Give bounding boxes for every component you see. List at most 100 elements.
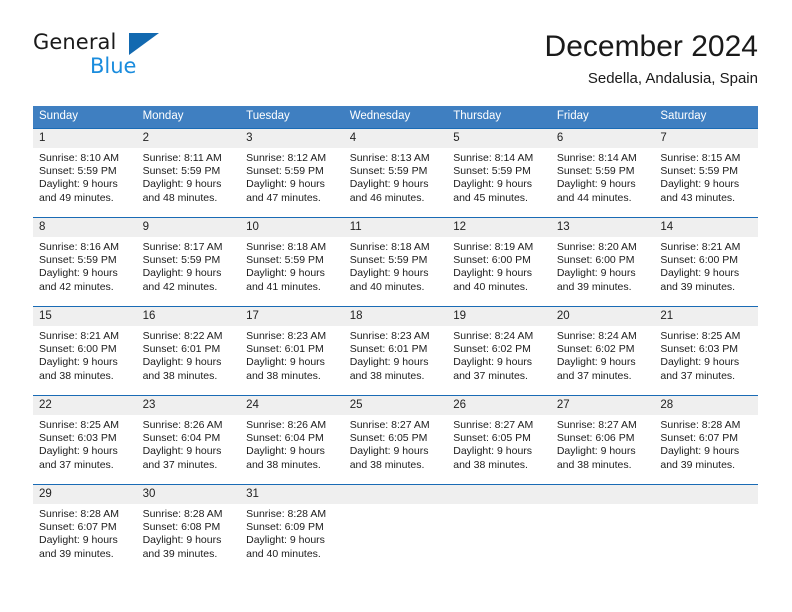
day-number: 19 (447, 307, 551, 326)
day-details: Sunrise: 8:25 AM Sunset: 6:03 PM Daylight:… (33, 415, 137, 472)
calendar-day[interactable]: 22 Sunrise: 8:25 AM Sunset: 6:03 PM Dayligh… (33, 395, 137, 484)
daylight-text-line1: Daylight: 9 hours (246, 267, 325, 280)
calendar-cell: 22 Sunrise: 8:25 AM Sunset: 6:03 PM Dayligh… (33, 395, 137, 484)
brand-name-general: General (33, 30, 117, 54)
calendar-day[interactable]: 26 Sunrise: 8:27 AM Sunset: 6:05 PM Dayligh… (447, 395, 551, 484)
sunset-text: Sunset: 5:59 PM (660, 165, 739, 178)
calendar-day[interactable]: 27 Sunrise: 8:27 AM Sunset: 6:06 PM Dayligh… (550, 395, 655, 484)
calendar-day[interactable]: 11 Sunrise: 8:18 AM Sunset: 5:59 PM Dayligh… (343, 217, 448, 306)
calendar-day-empty (654, 484, 758, 573)
calendar-day[interactable]: 24 Sunrise: 8:26 AM Sunset: 6:04 PM Dayligh… (240, 395, 344, 484)
calendar-page: General Blue December 2024 Sedella, Anda… (0, 0, 792, 612)
calendar-day[interactable]: 18 Sunrise: 8:23 AM Sunset: 6:01 PM Dayligh… (343, 306, 448, 395)
calendar-day[interactable]: 5 Sunrise: 8:14 AM Sunset: 5:59 PM Daylight… (447, 128, 551, 217)
calendar-day[interactable]: 12 Sunrise: 8:19 AM Sunset: 6:00 PM Dayligh… (447, 217, 551, 306)
sunset-text: Sunset: 6:00 PM (556, 254, 635, 267)
calendar-day[interactable]: 25 Sunrise: 8:27 AM Sunset: 6:05 PM Dayligh… (343, 395, 448, 484)
day-details: Sunrise: 8:10 AM Sunset: 5:59 PM Daylight:… (33, 148, 137, 205)
sunset-text: Sunset: 5:59 PM (246, 165, 324, 178)
day-details: Sunrise: 8:13 AM Sunset: 5:59 PM Daylight:… (344, 148, 448, 205)
day-number: 15 (33, 307, 137, 326)
calendar-day[interactable]: 8 Sunrise: 8:16 AM Sunset: 5:59 PM Daylight… (33, 217, 137, 306)
calendar-day[interactable]: 6 Sunrise: 8:14 AM Sunset: 5:59 PM Daylight… (550, 128, 655, 217)
day-number: 18 (343, 307, 448, 326)
title-block: December 2024 Sedella, Andalusia, Spain (545, 28, 758, 90)
calendar-day[interactable]: 2 Sunrise: 8:11 AM Sunset: 5:59 PM Daylight… (136, 128, 241, 217)
day-details: Sunrise: 8:25 AM Sunset: 6:03 PM Daylight:… (654, 326, 758, 383)
calendar-day[interactable]: 19 Sunrise: 8:24 AM Sunset: 6:02 PM Dayligh… (447, 306, 551, 395)
daylight-text-line1: Daylight: 9 hours (246, 356, 325, 369)
day-details: Sunrise: 8:23 AM Sunset: 6:01 PM Daylight:… (344, 326, 448, 383)
daylight-text-line1: Daylight: 9 hours (142, 534, 222, 547)
daylight-text-line1: Daylight: 9 hours (556, 178, 636, 191)
calendar-week-row: 8 Sunrise: 8:16 AM Sunset: 5:59 PM Daylight… (33, 217, 758, 306)
weekday-header-friday: Friday (550, 106, 655, 128)
daylight-text-line1: Daylight: 9 hours (556, 445, 636, 458)
calendar-day[interactable]: 21 Sunrise: 8:25 AM Sunset: 6:03 PM Dayligh… (654, 306, 758, 395)
calendar-grid: Sunday Monday Tuesday Wednesday Thursday… (33, 106, 758, 573)
sunset-text: Sunset: 6:04 PM (142, 432, 221, 445)
calendar-cell: 23 Sunrise: 8:26 AM Sunset: 6:04 PM Dayligh… (136, 395, 241, 484)
daylight-text-line1: Daylight: 9 hours (349, 445, 429, 458)
sunrise-text: Sunrise: 8:18 AM (246, 241, 327, 253)
calendar-cell: 28 Sunrise: 8:28 AM Sunset: 6:07 PM Dayligh… (654, 395, 758, 484)
daylight-text-line2: and 37 minutes. (142, 458, 218, 471)
calendar-cell: 14 Sunrise: 8:21 AM Sunset: 6:00 PM Dayligh… (654, 217, 758, 306)
calendar-day[interactable]: 31 Sunrise: 8:28 AM Sunset: 6:09 PM Dayligh… (240, 484, 344, 573)
daylight-text-line2: and 40 minutes. (349, 280, 425, 293)
daylight-text-line1: Daylight: 9 hours (660, 356, 740, 369)
calendar-day[interactable]: 16 Sunrise: 8:22 AM Sunset: 6:01 PM Dayligh… (136, 306, 241, 395)
sunset-text: Sunset: 5:59 PM (39, 165, 117, 178)
sunset-text: Sunset: 5:59 PM (349, 165, 428, 178)
daylight-text-line1: Daylight: 9 hours (142, 356, 222, 369)
calendar-day-empty (550, 484, 655, 573)
day-details: Sunrise: 8:21 AM Sunset: 6:00 PM Daylight:… (33, 326, 137, 383)
calendar-day[interactable]: 7 Sunrise: 8:15 AM Sunset: 5:59 PM Daylight… (654, 128, 758, 217)
sunset-text: Sunset: 6:08 PM (142, 521, 221, 534)
calendar-day[interactable]: 17 Sunrise: 8:23 AM Sunset: 6:01 PM Dayligh… (240, 306, 344, 395)
calendar-day[interactable]: 3 Sunrise: 8:12 AM Sunset: 5:59 PM Daylight… (240, 128, 344, 217)
brand-logo[interactable]: General Blue (33, 30, 233, 88)
calendar-day[interactable]: 14 Sunrise: 8:21 AM Sunset: 6:00 PM Dayligh… (654, 217, 758, 306)
daylight-text-line2: and 45 minutes. (453, 191, 528, 204)
calendar-day[interactable]: 10 Sunrise: 8:18 AM Sunset: 5:59 PM Dayligh… (240, 217, 344, 306)
day-number: 21 (654, 307, 758, 326)
day-details: Sunrise: 8:23 AM Sunset: 6:01 PM Daylight:… (240, 326, 344, 383)
calendar-day[interactable]: 30 Sunrise: 8:28 AM Sunset: 6:08 PM Dayligh… (136, 484, 241, 573)
sunrise-text: Sunrise: 8:25 AM (660, 330, 741, 342)
daylight-text-line2: and 46 minutes. (349, 191, 425, 204)
day-details: Sunrise: 8:27 AM Sunset: 6:05 PM Daylight:… (447, 415, 551, 472)
day-number: 8 (33, 218, 137, 237)
day-number (550, 485, 655, 504)
calendar-cell: 20 Sunrise: 8:24 AM Sunset: 6:02 PM Dayligh… (550, 306, 655, 395)
daylight-text-line1: Daylight: 9 hours (142, 445, 222, 458)
calendar-day[interactable]: 28 Sunrise: 8:28 AM Sunset: 6:07 PM Dayligh… (654, 395, 758, 484)
sunset-text: Sunset: 6:03 PM (39, 432, 117, 445)
calendar-cell: 12 Sunrise: 8:19 AM Sunset: 6:00 PM Dayligh… (447, 217, 551, 306)
day-details: Sunrise: 8:24 AM Sunset: 6:02 PM Daylight:… (447, 326, 551, 383)
sunrise-text: Sunrise: 8:23 AM (246, 330, 327, 342)
day-details: Sunrise: 8:15 AM Sunset: 5:59 PM Daylight:… (654, 148, 758, 205)
calendar-day[interactable]: 9 Sunrise: 8:17 AM Sunset: 5:59 PM Daylight… (136, 217, 241, 306)
calendar-week-row: 29 Sunrise: 8:28 AM Sunset: 6:07 PM Dayligh… (33, 484, 758, 573)
sunset-text: Sunset: 6:09 PM (246, 521, 324, 534)
calendar-day[interactable]: 1 Sunrise: 8:10 AM Sunset: 5:59 PM Daylight… (33, 128, 137, 217)
day-details: Sunrise: 8:24 AM Sunset: 6:02 PM Daylight:… (551, 326, 655, 383)
calendar-day[interactable]: 4 Sunrise: 8:13 AM Sunset: 5:59 PM Daylight… (343, 128, 448, 217)
day-details: Sunrise: 8:17 AM Sunset: 5:59 PM Daylight:… (137, 237, 241, 294)
sunset-text: Sunset: 6:05 PM (453, 432, 531, 445)
calendar-day[interactable]: 23 Sunrise: 8:26 AM Sunset: 6:04 PM Dayligh… (136, 395, 241, 484)
daylight-text-line2: and 39 minutes. (660, 458, 736, 471)
daylight-text-line1: Daylight: 9 hours (349, 267, 429, 280)
calendar-day[interactable]: 13 Sunrise: 8:20 AM Sunset: 6:00 PM Dayligh… (550, 217, 655, 306)
daylight-text-line2: and 38 minutes. (349, 458, 425, 471)
calendar-day[interactable]: 15 Sunrise: 8:21 AM Sunset: 6:00 PM Dayligh… (33, 306, 137, 395)
daylight-text-line1: Daylight: 9 hours (660, 178, 740, 191)
weekday-header-row: Sunday Monday Tuesday Wednesday Thursday… (33, 106, 758, 128)
calendar-cell: 27 Sunrise: 8:27 AM Sunset: 6:06 PM Dayligh… (550, 395, 655, 484)
calendar-day[interactable]: 20 Sunrise: 8:24 AM Sunset: 6:02 PM Dayligh… (550, 306, 655, 395)
calendar-day[interactable]: 29 Sunrise: 8:28 AM Sunset: 6:07 PM Dayligh… (33, 484, 137, 573)
sunrise-text: Sunrise: 8:17 AM (142, 241, 223, 253)
sunrise-text: Sunrise: 8:28 AM (660, 419, 741, 431)
day-number: 2 (136, 129, 241, 148)
